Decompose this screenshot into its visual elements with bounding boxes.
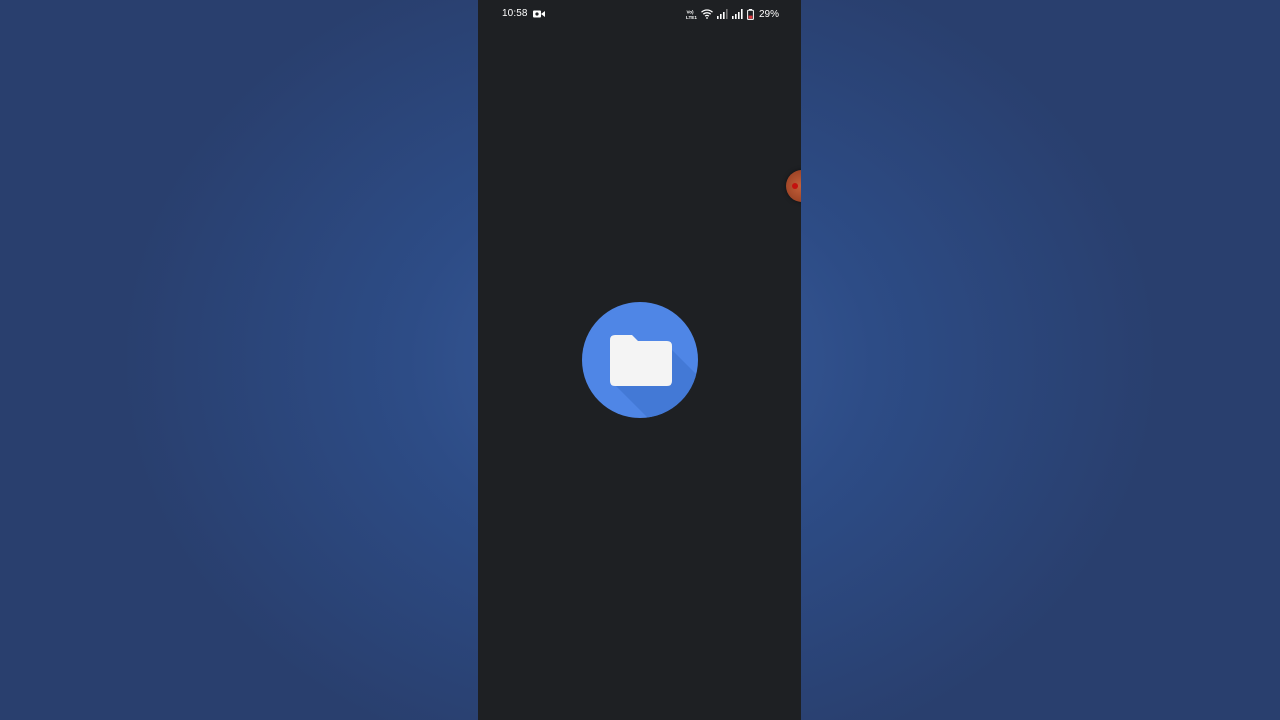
wifi-icon: [701, 9, 713, 19]
signal-sim1-icon: [716, 9, 728, 19]
phone-screen: 10:58 Vo) LTE1 29%: [478, 0, 801, 720]
status-time: 10:58: [502, 8, 528, 19]
battery-low-icon: [747, 8, 754, 20]
files-folder-icon: [582, 302, 698, 418]
status-bar: 10:58 Vo) LTE1 29%: [478, 0, 801, 28]
svg-text:LTE1: LTE1: [686, 15, 697, 20]
video-camera-icon: [533, 10, 545, 18]
record-dot-icon: [792, 183, 798, 189]
signal-sim2-icon: [731, 9, 743, 19]
screen-recorder-bubble-icon[interactable]: [786, 170, 801, 202]
battery-percent: 29%: [758, 8, 779, 20]
volte-lte-icon: Vo) LTE1: [686, 9, 697, 20]
status-icons: Vo) LTE1 29%: [686, 8, 779, 20]
svg-text:Vo): Vo): [686, 9, 694, 14]
